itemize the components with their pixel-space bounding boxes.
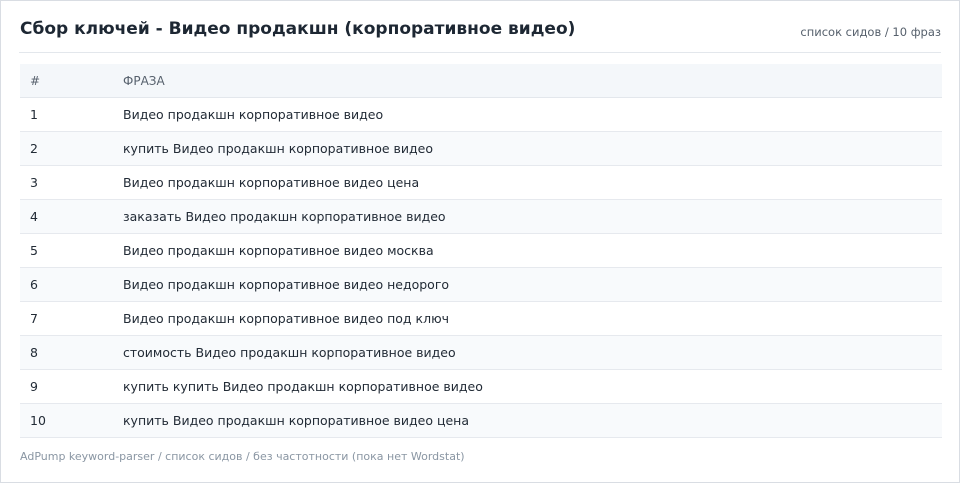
table-row: 10 купить Видео продакшн корпоративное в… (20, 403, 942, 438)
seed-list-summary: список сидов / 10 фраз (800, 25, 941, 39)
row-phrase: Видео продакшн корпоративное видео москв… (123, 233, 942, 268)
row-number: 5 (20, 233, 123, 268)
table-row: 8 стоимость Видео продакшн корпоративное… (20, 335, 942, 370)
table-row: 4 заказать Видео продакшн корпоративное … (20, 199, 942, 234)
keywords-table: # ФРАЗА 1 Видео продакшн корпоративное в… (20, 64, 942, 438)
row-phrase: заказать Видео продакшн корпоративное ви… (123, 199, 942, 234)
row-phrase: Видео продакшн корпоративное видео недор… (123, 267, 942, 302)
row-number: 6 (20, 267, 123, 302)
table-row: 1 Видео продакшн корпоративное видео (20, 97, 942, 132)
table-row: 9 купить купить Видео продакшн корпорати… (20, 369, 942, 404)
row-number: 7 (20, 301, 123, 336)
row-number: 3 (20, 165, 123, 200)
table-row: 3 Видео продакшн корпоративное видео цен… (20, 165, 942, 200)
row-phrase: Видео продакшн корпоративное видео цена (123, 165, 942, 200)
row-number: 8 (20, 335, 123, 370)
row-phrase: купить купить Видео продакшн корпоративн… (123, 369, 942, 404)
row-phrase: стоимость Видео продакшн корпоративное в… (123, 335, 942, 370)
panel-header: Сбор ключей - Видео продакшн (корпоратив… (19, 1, 941, 53)
row-phrase: Видео продакшн корпоративное видео (123, 97, 942, 132)
page-title: Сбор ключей - Видео продакшн (корпоратив… (20, 19, 576, 39)
row-number: 4 (20, 199, 123, 234)
table-row: 7 Видео продакшн корпоративное видео под… (20, 301, 942, 336)
table-row: 2 купить Видео продакшн корпоративное ви… (20, 131, 942, 166)
row-phrase: купить Видео продакшн корпоративное виде… (123, 403, 942, 438)
footer-note: AdPump keyword-parser / список сидов / б… (20, 450, 465, 463)
table-row: 6 Видео продакшн корпоративное видео нед… (20, 267, 942, 302)
column-header-phrase: ФРАЗА (123, 64, 942, 98)
table-header-row: # ФРАЗА (20, 64, 942, 98)
row-number: 1 (20, 97, 123, 132)
row-phrase: Видео продакшн корпоративное видео под к… (123, 301, 942, 336)
column-header-number: # (20, 64, 123, 98)
row-number: 2 (20, 131, 123, 166)
report-panel: Сбор ключей - Видео продакшн (корпоратив… (0, 0, 960, 483)
table-row: 5 Видео продакшн корпоративное видео мос… (20, 233, 942, 268)
row-number: 10 (20, 403, 123, 438)
row-phrase: купить Видео продакшн корпоративное виде… (123, 131, 942, 166)
row-number: 9 (20, 369, 123, 404)
